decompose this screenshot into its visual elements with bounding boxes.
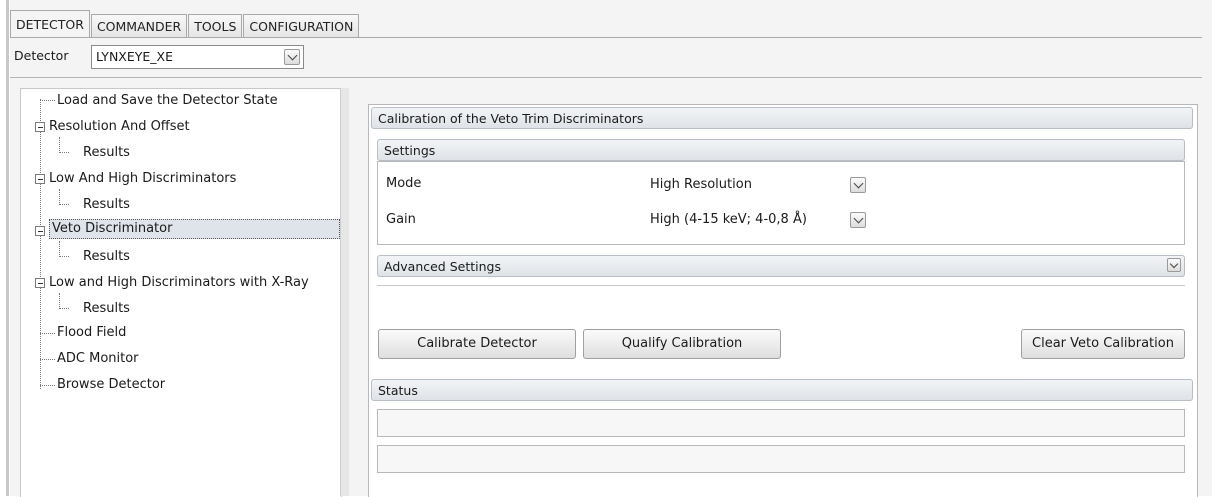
tree-branch-line bbox=[40, 385, 55, 386]
tree-item-resolution-offset[interactable]: Resolution And Offset bbox=[49, 117, 190, 137]
collapse-icon[interactable] bbox=[35, 226, 45, 236]
tree-item-browse-detector[interactable]: Browse Detector bbox=[57, 375, 165, 395]
tree-child-line bbox=[59, 293, 60, 309]
tree-child-line bbox=[59, 241, 60, 257]
collapse-icon[interactable] bbox=[35, 174, 45, 184]
calibration-panel: Calibration of the Veto Trim Discriminat… bbox=[368, 104, 1198, 497]
tree-item-low-high-xray[interactable]: Low and High Discriminators with X-Ray bbox=[49, 273, 309, 293]
collapse-icon[interactable] bbox=[35, 122, 45, 132]
splitter-bar[interactable] bbox=[340, 88, 349, 496]
tab-configuration[interactable]: CONFIGURATION bbox=[243, 14, 360, 38]
status-header: Status bbox=[371, 379, 1193, 401]
chevron-down-icon[interactable] bbox=[850, 177, 866, 193]
gain-select-value: High (4-15 keV; 4-0,8 Å) bbox=[650, 212, 807, 227]
settings-box: Mode High Resolution Gain High (4-15 keV… bbox=[377, 161, 1185, 245]
tree-child-line bbox=[59, 152, 69, 153]
tree-branch-line bbox=[40, 359, 55, 360]
mode-label: Mode bbox=[386, 176, 422, 191]
chevron-down-icon[interactable] bbox=[850, 212, 866, 228]
tree-child-line bbox=[59, 137, 60, 153]
gain-select[interactable]: High (4-15 keV; 4-0,8 Å) bbox=[646, 209, 870, 233]
mode-select[interactable]: High Resolution bbox=[646, 174, 870, 198]
window-left-edge bbox=[0, 0, 10, 496]
chevron-down-icon[interactable] bbox=[1167, 258, 1181, 272]
advanced-settings-label: Advanced Settings bbox=[384, 259, 501, 274]
tree-item-results[interactable]: Results bbox=[83, 143, 130, 163]
collapse-icon[interactable] bbox=[35, 278, 45, 288]
tree-item-results[interactable]: Results bbox=[83, 247, 130, 267]
status-line-2 bbox=[377, 445, 1185, 473]
tree-child-line bbox=[59, 189, 60, 205]
selector-divider bbox=[10, 77, 1202, 78]
calibrate-detector-button[interactable]: Calibrate Detector bbox=[378, 329, 576, 359]
tree-item-results[interactable]: Results bbox=[83, 195, 130, 215]
tab-detector[interactable]: DETECTOR bbox=[10, 10, 90, 38]
tree-trunk-line bbox=[40, 99, 41, 389]
tree-child-line bbox=[59, 204, 69, 205]
tab-divider bbox=[10, 37, 1202, 38]
navigation-tree: Load and Save the Detector State Resolut… bbox=[20, 88, 342, 497]
tree-branch-line bbox=[40, 333, 55, 334]
chevron-down-icon[interactable] bbox=[284, 49, 300, 65]
gain-label: Gain bbox=[386, 212, 416, 227]
detector-select-value: LYNXEYE_XE bbox=[96, 49, 173, 64]
tree-item-low-high-discriminators[interactable]: Low And High Discriminators bbox=[49, 169, 236, 189]
clear-veto-calibration-button[interactable]: Clear Veto Calibration bbox=[1021, 329, 1185, 359]
detector-select[interactable]: LYNXEYE_XE bbox=[91, 45, 304, 69]
mode-select-value: High Resolution bbox=[650, 177, 752, 192]
detector-label: Detector bbox=[14, 48, 69, 63]
tab-tools[interactable]: TOOLS bbox=[188, 14, 243, 38]
tree-item-flood-field[interactable]: Flood Field bbox=[57, 323, 126, 343]
settings-header: Settings bbox=[377, 139, 1185, 161]
advanced-settings-header[interactable]: Advanced Settings bbox=[377, 255, 1185, 277]
qualify-calibration-button[interactable]: Qualify Calibration bbox=[583, 329, 781, 359]
tree-item-load-save[interactable]: Load and Save the Detector State bbox=[57, 91, 278, 111]
tree-branch-line bbox=[40, 100, 55, 101]
tree-item-results[interactable]: Results bbox=[83, 299, 130, 319]
tree-child-line bbox=[59, 256, 69, 257]
calibration-title: Calibration of the Veto Trim Discriminat… bbox=[371, 107, 1193, 129]
status-line-1 bbox=[377, 409, 1185, 437]
advanced-divider bbox=[377, 285, 1185, 286]
tree-item-adc-monitor[interactable]: ADC Monitor bbox=[57, 349, 139, 369]
tree-child-line bbox=[59, 308, 69, 309]
tab-bar: DETECTOR COMMANDER TOOLS CONFIGURATION bbox=[10, 10, 360, 38]
tree-item-veto-discriminator[interactable]: Veto Discriminator bbox=[49, 219, 340, 239]
tab-commander[interactable]: COMMANDER bbox=[90, 14, 188, 38]
